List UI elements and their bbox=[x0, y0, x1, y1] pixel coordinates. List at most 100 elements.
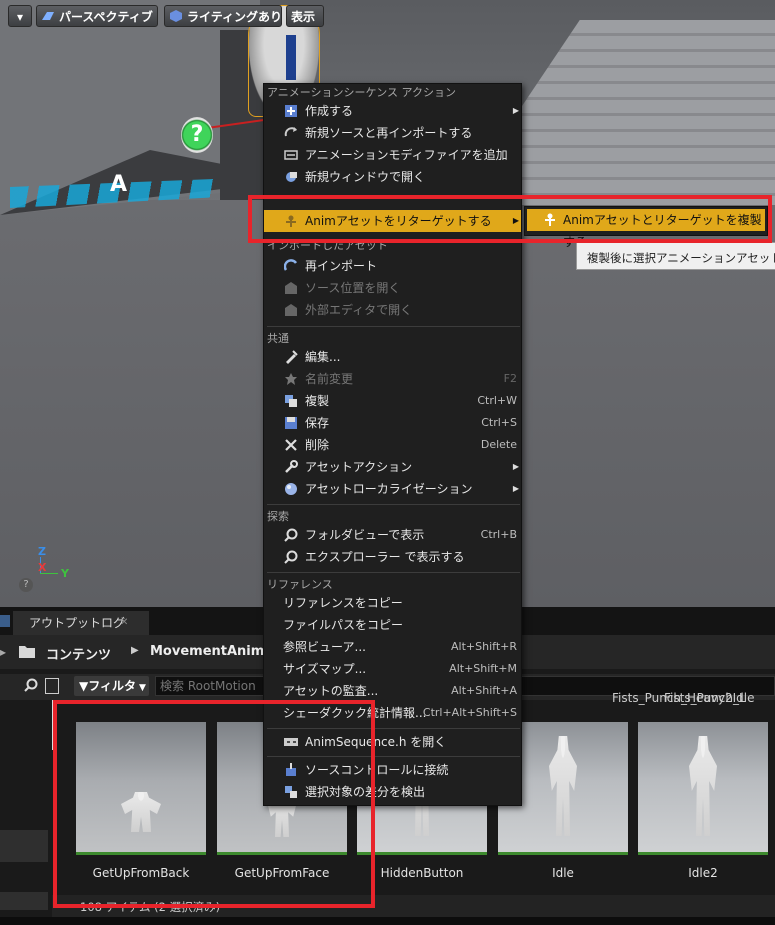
filter-icon: ▼ bbox=[79, 679, 89, 693]
annotation-box-retarget bbox=[248, 195, 772, 243]
mannequin-figure bbox=[549, 736, 577, 836]
asset-actions-icon bbox=[285, 460, 298, 473]
menu-item-new-source-reimport[interactable]: 新規ソースと再インポートする bbox=[264, 122, 521, 144]
menu-item-label: 作成する bbox=[305, 104, 354, 118]
menu-item-asset-actions[interactable]: アセットアクション ▶ bbox=[264, 456, 521, 478]
show-button[interactable]: 表示 bbox=[286, 5, 324, 27]
menu-item-duplicate[interactable]: 複製 Ctrl+W bbox=[264, 390, 521, 412]
tab-output-log-label: アウトプットログ bbox=[29, 616, 126, 630]
menu-item-label: フォルダビューで表示 bbox=[305, 528, 425, 542]
menu-item-asset-localization[interactable]: アセットローカライゼーション ▶ bbox=[264, 478, 521, 500]
menu-item-edit[interactable]: 編集... bbox=[264, 346, 521, 368]
external-editor-icon bbox=[285, 304, 297, 316]
menu-separator bbox=[267, 504, 520, 505]
partial-asset-label: Fists_Punch_L bbox=[664, 691, 746, 705]
menu-item-shortcut: Alt+Shift+M bbox=[449, 662, 517, 675]
create-icon bbox=[285, 105, 297, 117]
menu-item-label: 参照ビューア... bbox=[283, 640, 366, 654]
submenu-arrow-icon: ▶ bbox=[512, 462, 519, 471]
menu-item-label: アニメーションモディファイアを追加 bbox=[305, 148, 508, 162]
menu-item-label: 削除 bbox=[305, 438, 330, 452]
menu-item-shortcut: Alt+Shift+R bbox=[451, 640, 517, 653]
perspective-button[interactable]: パースペクティブ bbox=[36, 5, 158, 27]
menu-item-shortcut: Ctrl+S bbox=[481, 416, 517, 429]
menu-item-shortcut: Delete bbox=[480, 438, 517, 451]
menu-item-label: サイズマップ... bbox=[283, 662, 367, 676]
menu-separator bbox=[267, 572, 520, 573]
menu-item-delete[interactable]: 削除 Delete bbox=[264, 434, 521, 456]
tab-output-log[interactable]: アウトプットログ ✕ bbox=[13, 611, 149, 635]
asset-thumbnail-idle2[interactable] bbox=[638, 722, 768, 855]
menu-item-label: 再インポート bbox=[305, 259, 378, 273]
menu-item-add-modifier[interactable]: アニメーションモディファイアを追加 bbox=[264, 144, 521, 166]
lighting-button[interactable]: ライティングあり bbox=[164, 5, 282, 27]
menu-item-show-in-folder-view[interactable]: フォルダビューで表示 Ctrl+B bbox=[264, 524, 521, 546]
menu-item-label: アセットの監査... bbox=[283, 684, 379, 698]
menu-section-reference: リファレンス bbox=[267, 578, 333, 591]
menu-item-label: 外部エディタで開く bbox=[305, 303, 413, 317]
menu-item-label: 新規ウィンドウで開く bbox=[305, 170, 426, 184]
submenu-arrow-icon: ▶ bbox=[512, 484, 519, 493]
menu-item-size-map[interactable]: サイズマップ... Alt+Shift+M bbox=[264, 658, 521, 680]
source-location-icon bbox=[285, 282, 297, 294]
reimport-source-icon bbox=[284, 127, 297, 137]
explorer-icon bbox=[284, 550, 298, 564]
menu-item-reimport[interactable]: 再インポート bbox=[264, 255, 521, 277]
tooltip: 複製後に選択アニメーションアセットを新 bbox=[576, 242, 775, 270]
menu-item-reference-viewer[interactable]: 参照ビューア... Alt+Shift+R bbox=[264, 636, 521, 658]
question-mark-icon[interactable]: ? bbox=[181, 117, 213, 153]
filter-label: フィルタ bbox=[88, 679, 136, 693]
menu-item-shortcut: F2 bbox=[503, 372, 517, 385]
viewport-options-button[interactable]: ▾ bbox=[8, 5, 32, 27]
mannequin-figure bbox=[689, 736, 717, 836]
menu-item-open-source-location[interactable]: ソース位置を開く bbox=[264, 277, 521, 299]
menu-item-shortcut: Alt+Shift+A bbox=[451, 684, 517, 697]
menu-item-shortcut: Ctrl+B bbox=[480, 528, 517, 541]
show-label: 表示 bbox=[291, 10, 316, 24]
sources-item[interactable] bbox=[0, 892, 48, 910]
menu-item-label: 新規ソースと再インポートする bbox=[305, 126, 473, 140]
chevron-left-icon[interactable]: ▸ bbox=[0, 645, 6, 659]
context-menu: アニメーションシーケンス アクション 作成する ▶ 新規ソースと再インポートする … bbox=[263, 83, 522, 806]
menu-item-rename[interactable]: 名前変更 F2 bbox=[264, 368, 521, 390]
delete-icon bbox=[285, 439, 297, 451]
menu-section-common: 共通 bbox=[267, 332, 289, 345]
path-folder[interactable]: MovementAnims bbox=[150, 644, 272, 659]
menu-item-copy-reference[interactable]: リファレンスをコピー bbox=[264, 592, 521, 614]
annotation-box-selected-assets bbox=[53, 700, 375, 908]
menu-item-shortcut: Ctrl+Alt+Shift+S bbox=[422, 706, 517, 719]
localization-icon bbox=[285, 483, 297, 495]
panel-icon bbox=[0, 615, 10, 627]
menu-section-explore: 探索 bbox=[267, 510, 289, 523]
bottom-edge bbox=[0, 917, 775, 925]
menu-item-label: アセットローカライゼーション bbox=[305, 482, 473, 496]
perspective-icon bbox=[42, 12, 54, 20]
asset-label[interactable]: Idle2 bbox=[638, 866, 768, 880]
menu-item-label: 保存 bbox=[305, 416, 330, 430]
list-view-icon[interactable] bbox=[45, 678, 59, 694]
menu-item-open-new-window[interactable]: 新規ウィンドウで開く bbox=[264, 166, 521, 188]
menu-item-copy-file-path[interactable]: ファイルパスをコピー bbox=[264, 614, 521, 636]
path-root[interactable]: コンテンツ bbox=[46, 644, 111, 663]
rename-icon bbox=[285, 373, 297, 385]
menu-item-label: ファイルパスをコピー bbox=[283, 618, 404, 632]
perspective-label: パースペクティブ bbox=[59, 10, 153, 24]
filter-button[interactable]: ▼フィルタ ▼ bbox=[74, 676, 149, 696]
search-icon[interactable] bbox=[24, 678, 38, 692]
menu-item-create[interactable]: 作成する ▶ bbox=[264, 100, 521, 122]
help-icon[interactable]: ? bbox=[19, 578, 33, 592]
asset-label[interactable]: Idle bbox=[498, 866, 628, 880]
close-icon[interactable]: ✕ bbox=[120, 611, 128, 635]
asset-label[interactable]: HiddenButton bbox=[357, 866, 487, 880]
menu-item-save[interactable]: 保存 Ctrl+S bbox=[264, 412, 521, 434]
sources-item[interactable] bbox=[0, 830, 48, 862]
menu-item-label: 複製 bbox=[305, 394, 330, 408]
menu-item-open-external-editor[interactable]: 外部エディタで開く bbox=[264, 299, 521, 321]
chevron-down-icon: ▾ bbox=[16, 10, 24, 24]
sources-panel[interactable] bbox=[0, 700, 48, 925]
axis-y-label: Y bbox=[61, 567, 69, 580]
menu-item-label: エクスプローラー で表示する bbox=[305, 550, 465, 564]
menu-item-audit-assets[interactable]: アセットの監査... Alt+Shift+A bbox=[264, 680, 521, 702]
menu-item-label: ソース位置を開く bbox=[305, 281, 401, 295]
menu-item-show-in-explorer[interactable]: エクスプローラー で表示する bbox=[264, 546, 521, 568]
